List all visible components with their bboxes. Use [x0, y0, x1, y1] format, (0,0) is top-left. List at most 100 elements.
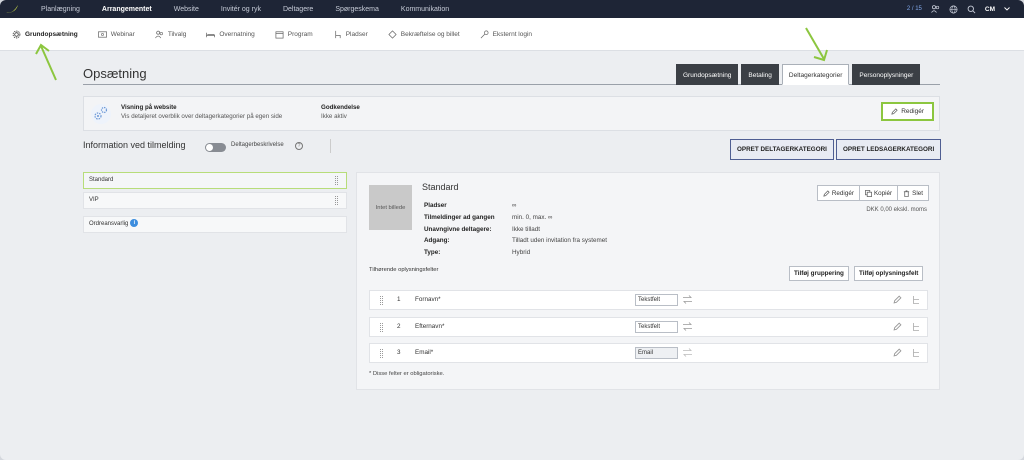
subnav-item-pladser[interactable]: Pladser — [325, 30, 376, 39]
approval-heading: Godkendelse — [321, 104, 360, 111]
property-value: Hybrid — [512, 249, 531, 257]
drag-handle-icon[interactable] — [380, 323, 383, 332]
tab-personoplysninger[interactable]: Personoplysninger — [852, 64, 921, 85]
annotation-arrow-tab — [805, 27, 828, 62]
topnav-item-kommunikation[interactable]: Kommunikation — [390, 6, 460, 13]
property-value: Tilladt uden invitation fra systemet — [512, 237, 607, 245]
drag-handle-icon[interactable] — [380, 349, 383, 358]
property-row: Adgang: Tilladt uden invitation fra syste… — [424, 235, 607, 247]
subnav-item-eksternt-login[interactable]: Eksternt login — [472, 30, 540, 39]
user-menu[interactable]: CM — [985, 6, 995, 13]
drag-handle-icon[interactable] — [335, 176, 338, 185]
ticket-icon — [388, 29, 397, 39]
add-field-button[interactable]: Tilføj oplysningsfelt — [854, 266, 924, 281]
search-icon[interactable] — [967, 5, 976, 14]
pencil-icon[interactable] — [893, 348, 902, 357]
info-icon[interactable]: i — [130, 219, 139, 228]
subnav-label: Grundopsætning — [25, 30, 78, 38]
hierarchy-icon[interactable] — [912, 348, 920, 358]
property-row: Pladser ∞ — [424, 200, 607, 212]
property-key: Tilmeldinger ad gangen — [424, 213, 495, 221]
category-item-ordreansvarlig[interactable]: Ordreansvarlig i — [83, 216, 347, 233]
field-name: Efternavn* — [415, 323, 445, 330]
tab-deltagerkategorier[interactable]: Deltagerkategorier — [781, 64, 850, 85]
help-icon[interactable]: ? — [295, 142, 303, 150]
property-value: Ikke tilladt — [512, 225, 540, 233]
topnav-item-inviter[interactable]: Invitér og ryk — [210, 6, 272, 13]
settings-illustration-icon — [91, 104, 111, 124]
people-icon[interactable] — [931, 5, 940, 13]
topnav-item-deltagere[interactable]: Deltagere — [272, 6, 324, 13]
chevron-down-icon[interactable] — [1004, 7, 1010, 11]
subnav-item-tilvalg[interactable]: Tilvalg — [147, 30, 195, 39]
topnav-item-website[interactable]: Website — [163, 6, 210, 13]
trash-icon — [904, 190, 910, 197]
subnav-label: Overnatning — [219, 30, 255, 38]
topnav-item-planlaegning[interactable]: Planlægning — [30, 6, 91, 13]
pencil-icon — [891, 108, 898, 115]
key-icon — [480, 30, 489, 38]
add-group-button[interactable]: Tilføj gruppering — [789, 266, 849, 281]
category-item-vip[interactable]: VIP — [83, 192, 347, 209]
pencil-icon[interactable] — [893, 295, 902, 304]
field-row[interactable]: 3 Email* Email — [369, 343, 928, 363]
category-label: Standard — [89, 177, 114, 183]
subnav-label: Bekræftelse og billet — [400, 30, 460, 38]
field-type: Tekstfelt — [635, 321, 678, 333]
drag-handle-icon[interactable] — [335, 196, 338, 205]
people-icon — [154, 30, 163, 38]
settings-tabs: Grundopsætning Betaling Deltagerkategori… — [676, 64, 921, 85]
category-item-standard[interactable]: Standard — [83, 172, 347, 189]
tab-grundopsaetning[interactable]: Grundopsætning — [676, 64, 739, 85]
swap-icon[interactable] — [682, 294, 693, 305]
category-label: Ordreansvarlig — [89, 221, 129, 227]
topnav-item-arrangementet[interactable]: Arrangementet — [91, 6, 163, 13]
chair-icon — [335, 30, 341, 38]
edit-category-button[interactable]: Redigér — [816, 185, 860, 201]
info-panel: Visning på website Vis detaljeret overbl… — [83, 96, 940, 131]
drag-handle-icon[interactable] — [380, 296, 383, 305]
copy-category-button[interactable]: Kopiér — [858, 185, 899, 201]
subnav-item-overnatning[interactable]: Overnatning — [198, 30, 262, 39]
participant-description-toggle[interactable] — [205, 143, 226, 152]
property-value: ∞ — [512, 202, 517, 209]
hierarchy-icon[interactable] — [912, 322, 920, 332]
sub-navigation: Grundopsætning Webinar Tilvalg Overnatni… — [0, 18, 1024, 51]
field-type: Email — [635, 347, 678, 359]
edit-label: Redigér — [901, 108, 924, 115]
field-row[interactable]: 1 Fornavn* Tekstfelt — [369, 290, 928, 310]
subnav-item-grundopsaetning[interactable]: Grundopsætning — [4, 30, 86, 39]
app-frame: Planlægning Arrangementet Website Invité… — [0, 0, 1024, 460]
bed-icon — [206, 32, 216, 37]
subnav-item-program[interactable]: Program — [267, 30, 321, 39]
subnav-item-bekraeftelse[interactable]: Bekræftelse og billet — [380, 29, 468, 39]
registration-info-title: Information ved tilmelding — [83, 140, 186, 150]
delete-category-button[interactable]: Slet — [897, 185, 929, 201]
create-companion-category-button[interactable]: OPRET LEDSAGERKATEGORI — [836, 139, 942, 160]
property-key: Adgang: — [424, 237, 450, 245]
fields-section-label: Tilhørende oplysningsfelter — [369, 267, 439, 273]
brand-logo[interactable] — [4, 3, 20, 15]
globe-icon[interactable] — [949, 5, 958, 14]
subnav-label: Program — [287, 30, 313, 38]
tab-betaling[interactable]: Betaling — [741, 64, 779, 85]
property-row: Type: Hybrid — [424, 247, 607, 259]
approval-text: Ikke aktiv — [321, 113, 347, 120]
subnav-label: Tilvalg — [167, 30, 187, 38]
pencil-icon[interactable] — [893, 322, 902, 331]
field-row[interactable]: 2 Efternavn* Tekstfelt — [369, 317, 928, 337]
participant-count[interactable]: 2 / 15 — [907, 6, 922, 12]
page-title: Opsætning — [83, 66, 147, 81]
swap-icon[interactable] — [682, 321, 693, 332]
edit-settings-button[interactable]: Redigér — [881, 102, 934, 121]
website-display-heading: Visning på website — [121, 104, 177, 111]
hierarchy-icon[interactable] — [912, 295, 920, 305]
subnav-item-webinar[interactable]: Webinar — [90, 30, 143, 39]
image-placeholder[interactable]: Intet billede — [369, 185, 412, 230]
property-value: min. 0, max. ∞ — [512, 213, 553, 221]
topnav-item-spoergeskema[interactable]: Spørgeskema — [324, 6, 390, 13]
create-participant-category-button[interactable]: OPRET DELTAGERKATEGORI — [730, 139, 834, 160]
swap-icon[interactable] — [682, 347, 693, 358]
toggle-label: Deltagerbeskrivelse — [231, 142, 284, 148]
pencil-icon — [823, 189, 830, 197]
